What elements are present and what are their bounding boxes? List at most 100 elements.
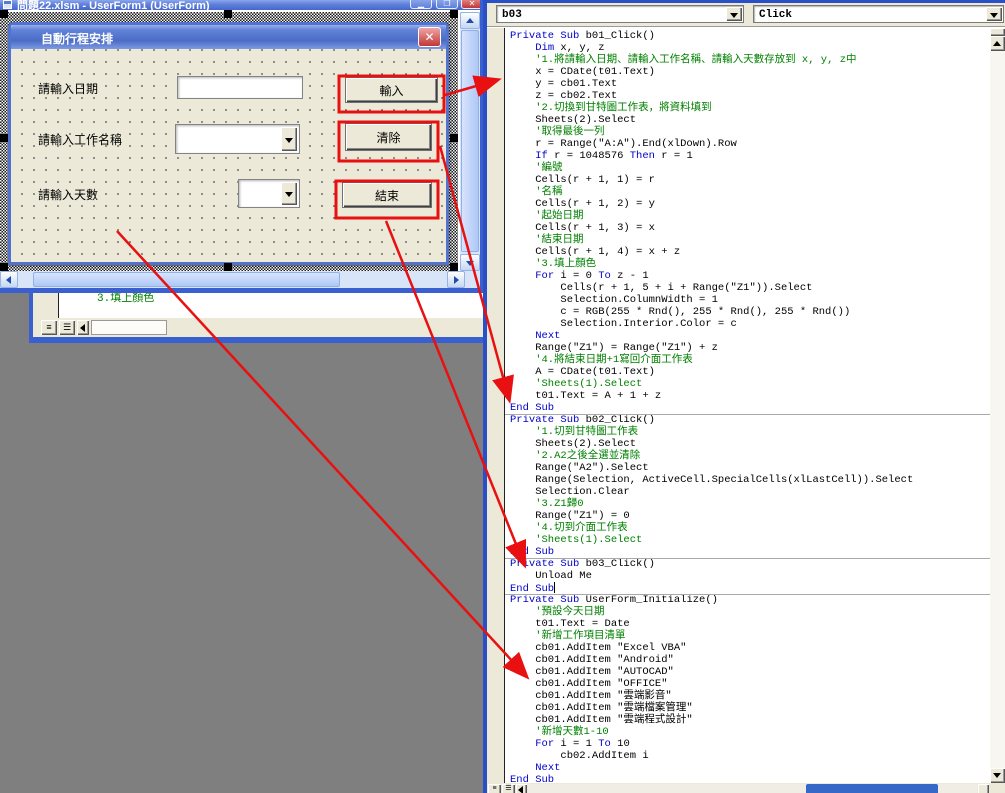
code-line[interactable]: cb01.AddItem "雲端程式設計"	[505, 714, 990, 726]
chevron-down-icon[interactable]	[726, 7, 742, 21]
code-line[interactable]: Cells(r + 1, 3) = x	[505, 222, 990, 234]
scroll-up-button[interactable]	[990, 36, 1005, 51]
code-line[interactable]: Cells(r + 1, 4) = x + z	[505, 246, 990, 258]
scrollbar-thumb[interactable]	[806, 784, 938, 793]
code-line[interactable]: Range(Selection, ActiveCell.SpecialCells…	[505, 474, 990, 486]
procedure-dropdown[interactable]: Click	[753, 5, 1004, 23]
scrollbar-thumb[interactable]	[461, 30, 479, 252]
selection-handle[interactable]	[450, 263, 458, 271]
code-line[interactable]: x = CDate(t01.Text)	[505, 66, 990, 78]
selection-handle[interactable]	[450, 10, 458, 18]
code-line[interactable]: A = CDate(t01.Text)	[505, 366, 990, 378]
code-line[interactable]: r = Range("A:A").End(xlDown).Row	[505, 138, 990, 150]
selection-handle[interactable]	[0, 10, 8, 18]
code-line[interactable]: cb01.AddItem "AUTOCAD"	[505, 666, 990, 678]
code-line[interactable]: c = RGB(255 * Rnd(), 255 * Rnd(), 255 * …	[505, 306, 990, 318]
date-textbox[interactable]	[177, 76, 303, 99]
code-line[interactable]: t01.Text = A + 1 + z	[505, 390, 990, 402]
code-line[interactable]: Selection.Clear	[505, 486, 990, 498]
scroll-down-button[interactable]	[460, 254, 480, 271]
procedure-view-button[interactable]: ≡	[488, 784, 501, 793]
selection-handle[interactable]	[0, 134, 8, 142]
code-line[interactable]: End Sub	[505, 774, 990, 783]
code-line[interactable]: '2.A2之後全選並清除	[505, 450, 990, 462]
full-module-view-button[interactable]: ☰	[59, 320, 75, 335]
combo-dropdown-button[interactable]	[281, 127, 297, 151]
code-line[interactable]: Next	[505, 330, 990, 342]
selection-handle[interactable]	[450, 134, 458, 142]
code-line[interactable]: Unload Me	[505, 570, 990, 582]
code-line[interactable]: End Sub	[505, 402, 990, 414]
scroll-up-button[interactable]	[460, 12, 480, 29]
designer-hscrollbar[interactable]	[0, 271, 465, 288]
hscroll-left-button[interactable]	[516, 784, 527, 793]
code-line[interactable]: t01.Text = Date	[505, 618, 990, 630]
code-line[interactable]: '1.將請輸入日期、請輸入工作名稱、請輸入天數存放到 x, y, z中	[505, 54, 990, 66]
code-line[interactable]: Private Sub b02_Click()	[505, 414, 990, 426]
code-line[interactable]: Private Sub b03_Click()	[505, 558, 990, 570]
userform-body[interactable]: 請輸入日期 輸入 請輸入工作名稱 清除 請輸入天數 結束	[11, 49, 446, 262]
code-line[interactable]: For i = 1 To 10	[505, 738, 990, 750]
code-line[interactable]: Range("A2").Select	[505, 462, 990, 474]
scrollbar-thumb[interactable]	[33, 272, 340, 287]
code-line[interactable]: 'Sheets(1).Select	[505, 378, 990, 390]
code-line[interactable]: cb01.AddItem "Android"	[505, 654, 990, 666]
hscroll-left-button[interactable]	[77, 320, 89, 335]
selection-handle[interactable]	[224, 10, 232, 18]
hscroll-track[interactable]	[91, 320, 167, 335]
code-line[interactable]: End Sub	[505, 546, 990, 558]
code-line[interactable]: '4.將結束日期+1寫回介面工作表	[505, 354, 990, 366]
code-line[interactable]: '編號	[505, 162, 990, 174]
code-line[interactable]: cb01.AddItem "OFFICE"	[505, 678, 990, 690]
code-area-background[interactable]: 3.填上顏色	[59, 293, 483, 318]
task-combobox[interactable]	[175, 124, 300, 154]
code-line[interactable]: Private Sub UserForm_Initialize()	[505, 594, 990, 606]
code-line[interactable]: '起始日期	[505, 210, 990, 222]
code-line[interactable]: 'Sheets(1).Select	[505, 534, 990, 546]
code-line[interactable]: '新增工作項目清單	[505, 630, 990, 642]
userform[interactable]: 自動行程安排 ✕ 請輸入日期 輸入 請輸入工作名稱 清除 請輸入天數 結束	[8, 22, 449, 265]
full-module-view-button[interactable]: ☰	[502, 784, 515, 793]
code-line[interactable]: z = cb02.Text	[505, 90, 990, 102]
scroll-down-button[interactable]	[990, 768, 1005, 783]
code-line[interactable]: Cells(r + 1, 5 + i + Range("Z1")).Select	[505, 282, 990, 294]
code-line[interactable]: '名稱	[505, 186, 990, 198]
code-line[interactable]: '4.切到介面工作表	[505, 522, 990, 534]
code-line[interactable]: End Sub	[505, 582, 990, 595]
clear-button[interactable]: 清除	[345, 123, 432, 151]
procedure-view-button[interactable]: ≡	[41, 320, 57, 335]
scroll-left-button[interactable]	[0, 271, 18, 288]
scroll-right-button[interactable]	[447, 271, 465, 288]
code-line[interactable]: Private Sub b01_Click()	[505, 30, 990, 42]
days-combobox[interactable]	[238, 179, 300, 208]
hscroll-right-button[interactable]	[978, 784, 989, 793]
designer-vscrollbar[interactable]	[460, 12, 480, 271]
code-line[interactable]: Sheets(2).Select	[505, 114, 990, 126]
code-line[interactable]: Dim x, y, z	[505, 42, 990, 54]
code-line[interactable]: '3.填上顏色	[505, 258, 990, 270]
code-line[interactable]: Range("Z1") = 0	[505, 510, 990, 522]
end-button[interactable]: 結束	[342, 182, 432, 208]
code-line[interactable]: '1.切到甘特圖工作表	[505, 426, 990, 438]
chevron-down-icon[interactable]	[986, 7, 1002, 21]
code-line[interactable]: cb01.AddItem "雲端影音"	[505, 690, 990, 702]
selection-handle[interactable]	[224, 263, 232, 271]
code-line[interactable]: Cells(r + 1, 1) = r	[505, 174, 990, 186]
code-line[interactable]: Cells(r + 1, 2) = y	[505, 198, 990, 210]
code-line[interactable]: Selection.ColumnWidth = 1	[505, 294, 990, 306]
code-line[interactable]: cb01.AddItem "Excel VBA"	[505, 642, 990, 654]
code-line[interactable]: Selection.Interior.Color = c	[505, 318, 990, 330]
code-line[interactable]: Next	[505, 762, 990, 774]
input-button[interactable]: 輸入	[345, 77, 438, 103]
selection-handle[interactable]	[0, 263, 8, 271]
code-line[interactable]: '3.Z1歸0	[505, 498, 990, 510]
userform-close-icon[interactable]: ✕	[418, 27, 441, 47]
combo-dropdown-button[interactable]	[281, 182, 297, 205]
code-line[interactable]: '新增天數1-10	[505, 726, 990, 738]
code-area[interactable]: Private Sub b01_Click() Dim x, y, z '1.將…	[505, 28, 990, 783]
code-line[interactable]: cb01.AddItem "雲端檔案管理"	[505, 702, 990, 714]
code-line[interactable]: '結束日期	[505, 234, 990, 246]
splitter-grip[interactable]	[990, 28, 1005, 36]
object-dropdown[interactable]: b03	[496, 5, 744, 23]
code-line[interactable]: For i = 0 To z - 1	[505, 270, 990, 282]
